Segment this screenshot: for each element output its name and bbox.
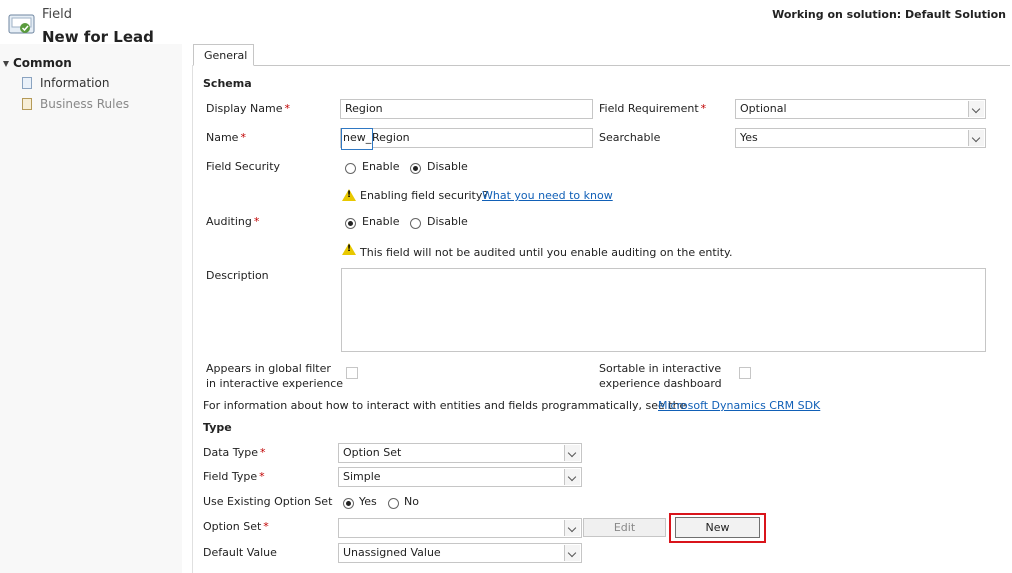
use-existing-yes-radio[interactable] [343, 498, 354, 509]
collapse-triangle-icon[interactable] [3, 61, 9, 67]
warning-icon [342, 189, 356, 201]
field-type-select[interactable]: Simple [338, 467, 582, 487]
sortable-checkbox[interactable] [739, 367, 751, 379]
data-type-select[interactable]: Option Set [338, 443, 582, 463]
name-prefix: new_ [341, 128, 374, 150]
crm-sdk-link[interactable]: Microsoft Dynamics CRM SDK [658, 399, 820, 412]
solution-label: Working on solution: Default Solution [772, 8, 1006, 21]
description-label: Description [206, 269, 269, 282]
sidebar-item-label: Information [40, 76, 110, 90]
sidebar-group-common[interactable]: Common [13, 56, 72, 70]
schema-heading: Schema [203, 77, 252, 90]
use-existing-label: Use Existing Option Set [203, 495, 333, 508]
name-input[interactable]: new_ Region [340, 128, 593, 150]
tab-general[interactable]: General [193, 44, 254, 66]
sidebar [0, 44, 182, 573]
default-value-select[interactable]: Unassigned Value [338, 543, 582, 563]
field-security-disable-radio[interactable] [410, 163, 421, 174]
description-textarea[interactable] [341, 268, 986, 352]
sidebar-item-business-rules[interactable]: Business Rules [20, 95, 170, 113]
chevron-down-icon[interactable] [968, 101, 984, 117]
auditing-disable-radio[interactable] [410, 218, 421, 229]
field-requirement-label: Field Requirement * [599, 102, 707, 115]
option-set-select[interactable] [338, 518, 582, 538]
display-name-label: Display Name * [206, 102, 290, 115]
chevron-down-icon[interactable] [968, 130, 984, 146]
use-existing-no-radio[interactable] [388, 498, 399, 509]
chevron-down-icon[interactable] [564, 520, 580, 536]
tab-strip-divider [192, 65, 1010, 66]
searchable-label: Searchable [599, 131, 661, 144]
name-label: Name * [206, 131, 246, 144]
entity-type-label: Field [42, 7, 73, 22]
searchable-select[interactable]: Yes [735, 128, 986, 148]
use-existing-yes-label: Yes [359, 495, 377, 508]
default-value-label: Default Value [203, 546, 277, 559]
display-name-input[interactable]: Region [340, 99, 593, 119]
global-filter-label: Appears in global filter in interactive e… [206, 362, 344, 390]
chevron-down-icon[interactable] [564, 469, 580, 485]
sdk-info-text: For information about how to interact wi… [203, 399, 687, 412]
global-filter-checkbox[interactable] [346, 367, 358, 379]
name-value: Region [372, 131, 410, 144]
sidebar-item-information[interactable]: Information [20, 74, 170, 92]
field-security-disable-label: Disable [427, 160, 468, 173]
sortable-label: Sortable in interactive experience dashbo… [599, 362, 722, 390]
field-security-label: Field Security [206, 160, 281, 173]
field-requirement-select[interactable]: Optional [735, 99, 986, 119]
use-existing-no-label: No [404, 495, 419, 508]
sidebar-item-label: Business Rules [40, 97, 130, 111]
entity-icon [8, 12, 36, 38]
auditing-warning: This field will not be audited until you… [360, 246, 733, 259]
chevron-down-icon[interactable] [564, 445, 580, 461]
new-button[interactable]: New [675, 517, 760, 538]
type-heading: Type [203, 421, 232, 434]
auditing-disable-label: Disable [427, 215, 468, 228]
auditing-enable-label: Enable [362, 215, 400, 228]
auditing-enable-radio[interactable] [345, 218, 356, 229]
edit-button[interactable]: Edit [583, 518, 666, 537]
field-security-enable-label: Enable [362, 160, 400, 173]
business-rules-icon [22, 98, 32, 110]
warning-icon [342, 243, 356, 255]
chevron-down-icon[interactable] [564, 545, 580, 561]
what-you-need-to-know-link[interactable]: What you need to know [482, 189, 613, 202]
information-icon [22, 77, 32, 89]
content-left-border [192, 65, 193, 573]
tab-general-label: General [204, 49, 248, 62]
field-security-warning: Enabling field security? [360, 189, 489, 202]
field-security-enable-radio[interactable] [345, 163, 356, 174]
auditing-label: Auditing * [206, 215, 260, 228]
field-type-label: Field Type * [203, 470, 265, 483]
data-type-label: Data Type * [203, 446, 266, 459]
option-set-label: Option Set * [203, 520, 269, 533]
